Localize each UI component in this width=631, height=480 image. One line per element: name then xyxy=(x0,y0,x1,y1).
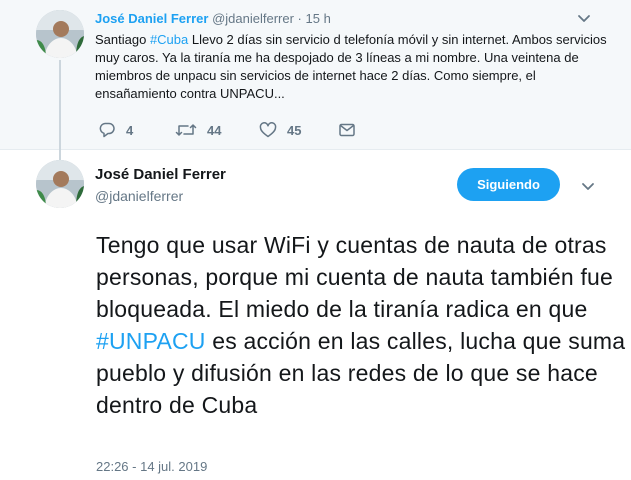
hashtag-link[interactable]: #Cuba xyxy=(150,32,188,47)
parent-avatar[interactable] xyxy=(36,10,84,58)
parent-tweet-header: José Daniel Ferrer @jdanielferrer · 15 h xyxy=(95,11,331,26)
main-text-start: Tengo que usar WiFi y cuentas de nauta d… xyxy=(96,232,614,322)
hashtag-link[interactable]: #UNPACU xyxy=(96,328,206,354)
thread-connector xyxy=(59,60,61,160)
parent-author-handle[interactable]: @jdanielferrer xyxy=(212,11,294,26)
retweet-button[interactable]: 44 xyxy=(175,120,221,140)
like-button[interactable]: 45 xyxy=(259,120,301,140)
main-avatar[interactable] xyxy=(36,160,84,208)
parent-header-separator: · xyxy=(297,11,302,26)
parent-tweet[interactable]: José Daniel Ferrer @jdanielferrer · 15 h… xyxy=(0,0,631,160)
parent-tweet-time[interactable]: 15 h xyxy=(306,11,331,26)
main-author-name[interactable]: José Daniel Ferrer xyxy=(95,166,226,183)
main-tweet-text: Tengo que usar WiFi y cuentas de nauta d… xyxy=(96,229,626,421)
like-count: 45 xyxy=(287,122,302,138)
retweet-count: 44 xyxy=(207,122,222,138)
reply-button[interactable]: 4 xyxy=(98,120,133,140)
message-icon xyxy=(338,121,356,139)
direct-message-button[interactable] xyxy=(338,120,356,140)
retweet-icon xyxy=(175,121,197,139)
tweet-timestamp[interactable]: 22:26 - 14 jul. 2019 xyxy=(96,459,207,474)
chevron-down-icon[interactable] xyxy=(580,178,596,194)
parent-author-name[interactable]: José Daniel Ferrer xyxy=(95,11,208,26)
main-author-handle[interactable]: @jdanielferrer xyxy=(95,188,183,204)
following-button[interactable]: Siguiendo xyxy=(457,168,560,201)
reply-icon xyxy=(98,121,116,139)
like-icon xyxy=(259,121,277,139)
reply-count: 4 xyxy=(126,122,134,138)
parent-tweet-text: Santiago #Cuba Llevo 2 días sin servicio… xyxy=(95,31,615,103)
chevron-down-icon[interactable] xyxy=(576,10,592,26)
parent-text-start: Santiago xyxy=(95,32,150,47)
